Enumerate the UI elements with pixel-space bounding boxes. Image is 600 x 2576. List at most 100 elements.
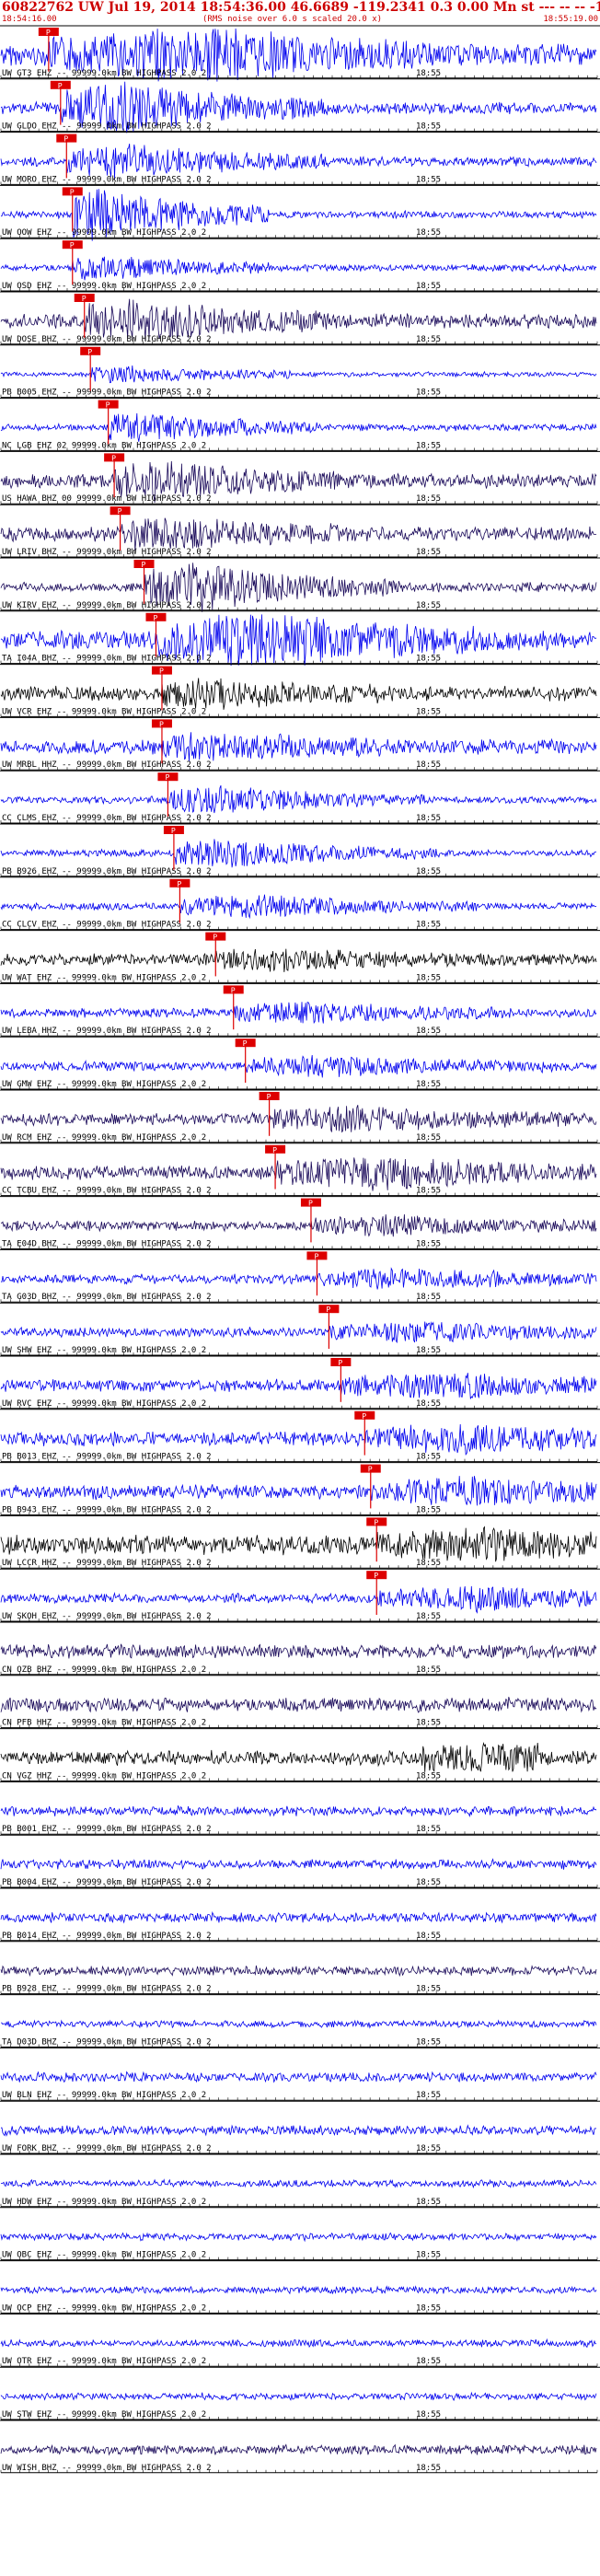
tick-label: 18:55: [416, 69, 441, 78]
station-label: PB B926 EHZ -- 99999.0km BW HIGHPASS 2.0…: [2, 867, 212, 876]
station-label: UW GT3 EHZ -- 99999.0km BW HIGHPASS 2.0 …: [2, 69, 206, 78]
pick-label: P: [243, 1039, 248, 1048]
station-label: US HAWA BHZ 00 99999.0km BW HIGHPASS 2.0…: [2, 494, 212, 504]
station-label: UW OTR EHZ -- 99999.0km BW HIGHPASS 2.0 …: [2, 2357, 206, 2366]
tick-label: 18:55: [416, 1559, 441, 1568]
pick-label: P: [308, 1200, 313, 1208]
pick-label: P: [46, 29, 51, 37]
pick-label: P: [272, 1146, 277, 1155]
tick-label: 18:55: [416, 655, 441, 664]
pick-label: P: [213, 934, 217, 942]
station-label: UW SKOH EHZ -- 99999.0km BW HIGHPASS 2.0…: [2, 1612, 212, 1621]
waveform-trace: [0, 1002, 597, 1025]
tick-label: 18:55: [416, 282, 441, 291]
station-label: UW SHW EHZ -- 99999.0km BW HIGHPASS 2.0 …: [2, 1346, 206, 1355]
tick-label: 18:55: [416, 1080, 441, 1089]
station-label: UW OSD EHZ -- 99999.0km BW HIGHPASS 2.0 …: [2, 282, 206, 291]
station-label: UW LRIV BHZ -- 99999.0km BW HIGHPASS 2.0…: [2, 548, 212, 557]
pick-label: P: [82, 295, 87, 303]
station-label: PB B013 EHZ -- 99999.0km BW HIGHPASS 2.0…: [2, 1453, 212, 1462]
tick-label: 18:55: [416, 1239, 441, 1248]
station-label: UW OCP EHZ -- 99999.0km BW HIGHPASS 2.0 …: [2, 2303, 206, 2313]
tick-label: 18:55: [416, 1932, 441, 1941]
waveform-trace: [0, 2178, 597, 2189]
tick-label: 18:55: [416, 1719, 441, 1728]
tick-label: 18:55: [416, 548, 441, 557]
tick-label: 18:55: [416, 389, 441, 398]
station-label: CN PFB HHZ -- 99999.0km BW HIGHPASS 2.0 …: [2, 1719, 206, 1728]
waveform-trace: [0, 2232, 597, 2243]
waveform-trace: [0, 412, 597, 442]
tick-label: 18:55: [416, 921, 441, 930]
station-label: PB B005 EHZ -- 99999.0km BW HIGHPASS 2.0…: [2, 389, 212, 398]
tick-label: 18:55: [416, 228, 441, 238]
pick-label: P: [111, 454, 116, 462]
waveform-trace: [0, 256, 597, 281]
waveform-trace: [0, 1105, 597, 1133]
station-label: PB B001 EHZ -- 99999.0km BW HIGHPASS 2.0…: [2, 1825, 212, 1834]
waveform-trace: [0, 2443, 597, 2456]
station-label: UW BLN EHZ -- 99999.0km BW HIGHPASS 2.0 …: [2, 2091, 206, 2100]
station-label: TA I04A BHZ -- 99999.0km BW HIGHPASS 2.0…: [2, 655, 212, 664]
waveform-trace: [0, 1965, 597, 1978]
pick-label: P: [338, 1359, 342, 1367]
tick-label: 18:55: [416, 175, 441, 184]
waveform-trace: [0, 2391, 597, 2402]
waveform-trace: [0, 948, 597, 972]
waveform-trace: [0, 1373, 597, 1399]
pick-label: P: [374, 1572, 378, 1580]
tick-label: 18:55: [416, 2091, 441, 2100]
pick-label: P: [118, 507, 122, 516]
station-label: CC CLMS EHZ -- 99999.0km BW HIGHPASS 2.0…: [2, 814, 212, 823]
station-label: UW OOW EHZ -- 99999.0km BW HIGHPASS 2.0 …: [2, 228, 206, 238]
tick-label: 18:55: [416, 1665, 441, 1675]
tick-label: 18:55: [416, 2198, 441, 2207]
tick-label: 18:55: [416, 707, 441, 716]
waveform-trace: [0, 1911, 597, 1924]
tick-label: 18:55: [416, 1771, 441, 1781]
waveform-trace: [0, 1804, 597, 1818]
tick-label: 18:55: [416, 1878, 441, 1887]
pick-label: P: [374, 1518, 378, 1526]
station-label: UW VCR EHZ -- 99999.0km BW HIGHPASS 2.0 …: [2, 707, 206, 716]
station-label: UW LEBA HHZ -- 99999.0km BW HIGHPASS 2.0…: [2, 1027, 212, 1036]
station-label: PB B928 EHZ -- 99999.0km BW HIGHPASS 2.0…: [2, 1985, 212, 1994]
pick-label: P: [87, 348, 92, 356]
tick-label: 18:55: [416, 1133, 441, 1143]
station-label: CN VGZ HHZ -- 99999.0km BW HIGHPASS 2.0 …: [2, 1771, 206, 1781]
station-label: TA D03D BHZ -- 99999.0km BW HIGHPASS 2.0…: [2, 2037, 212, 2047]
waveform-trace: [0, 1741, 597, 1772]
pick-label: P: [171, 827, 176, 835]
tick-label: 18:55: [416, 1027, 441, 1036]
waveform-trace: [0, 1585, 597, 1614]
waveform-trace: [0, 1321, 597, 1344]
tick-label: 18:55: [416, 2037, 441, 2047]
waveform-trace: [0, 1267, 597, 1290]
waveform-trace: [0, 839, 597, 868]
station-label: PB B014 EHZ -- 99999.0km BW HIGHPASS 2.0…: [2, 1932, 212, 1941]
waveform-trace: [0, 517, 597, 551]
waveform-trace: [0, 2124, 597, 2137]
station-label: UW KIRV EHZ -- 99999.0km BW HIGHPASS 2.0…: [2, 601, 212, 610]
tick-label: 18:55: [416, 867, 441, 876]
tick-label: 18:55: [416, 2251, 441, 2260]
tick-label: 18:55: [416, 814, 441, 823]
station-label: UW MRBL HHZ -- 99999.0km BW HIGHPASS 2.0…: [2, 760, 212, 770]
station-label: UW HDW EHZ -- 99999.0km BW HIGHPASS 2.0 …: [2, 2198, 206, 2207]
pick-label: P: [70, 241, 75, 249]
waveform-trace: [0, 1054, 597, 1078]
waveform-trace: [0, 1643, 597, 1659]
waveform-trace: [0, 1423, 597, 1456]
pick-label: P: [231, 986, 236, 994]
tick-label: 18:55: [416, 1399, 441, 1409]
station-label: TA G03D BHZ -- 99999.0km BW HIGHPASS 2.0…: [2, 1293, 212, 1302]
station-label: TA E04D BHZ -- 99999.0km BW HIGHPASS 2.0…: [2, 1239, 212, 1248]
station-label: NC LGB EHZ 02 99999.0km BW HIGHPASS 2.0 …: [2, 441, 206, 450]
waveform-trace: [0, 1696, 597, 1713]
station-label: UW STW EHZ -- 99999.0km BW HIGHPASS 2.0 …: [2, 2410, 206, 2419]
station-label: PB B943 EHZ -- 99999.0km BW HIGHPASS 2.0…: [2, 1505, 212, 1514]
pick-label: P: [314, 1252, 318, 1260]
tick-label: 18:55: [416, 601, 441, 610]
tick-label: 18:55: [416, 2144, 441, 2153]
tick-label: 18:55: [416, 973, 441, 982]
